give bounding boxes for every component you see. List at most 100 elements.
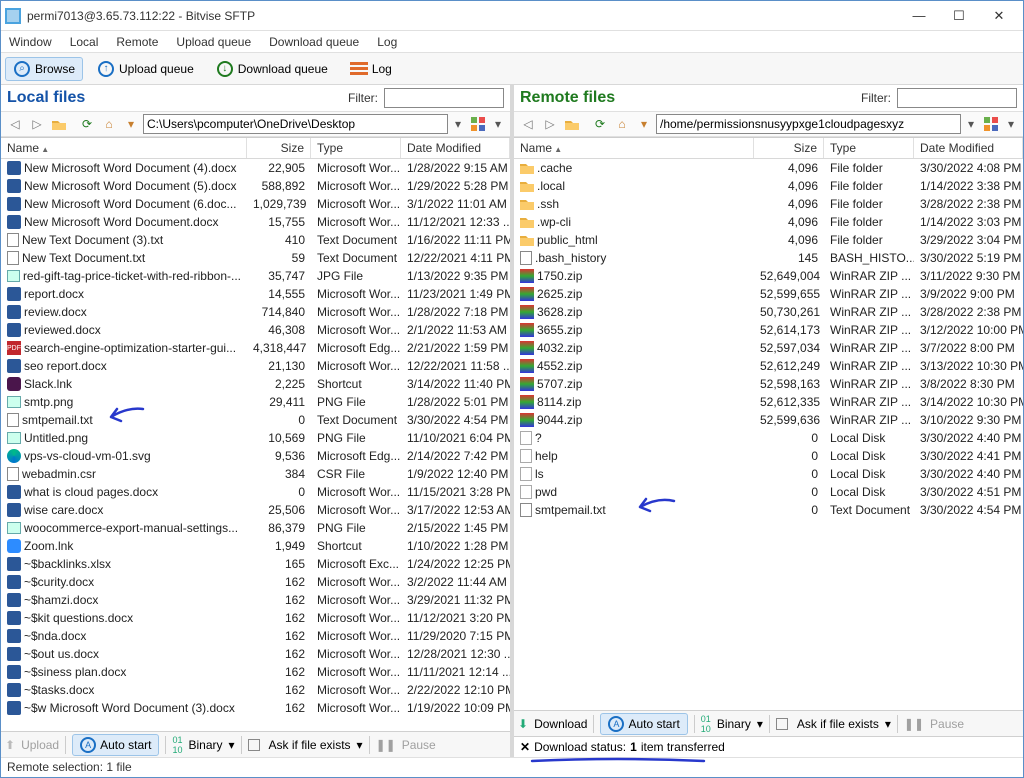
minimize-button[interactable]: — bbox=[899, 2, 939, 30]
download-queue-button[interactable]: ↓ Download queue bbox=[208, 57, 336, 81]
home-button[interactable]: ⌂ bbox=[612, 114, 632, 134]
back-button[interactable]: ◁ bbox=[518, 114, 538, 134]
table-row[interactable]: ~$w Microsoft Word Document (3).docx162M… bbox=[1, 699, 510, 717]
ask-dropdown[interactable]: ▾ bbox=[885, 717, 891, 731]
menu-window[interactable]: Window bbox=[9, 35, 52, 49]
table-row[interactable]: pwd0Local Disk3/30/2022 4:51 PM bbox=[514, 483, 1023, 501]
up-button[interactable] bbox=[562, 114, 582, 134]
menu-upload-queue[interactable]: Upload queue bbox=[176, 35, 251, 49]
path-dropdown[interactable]: ▾ bbox=[450, 117, 466, 131]
table-row[interactable]: red-gift-tag-price-ticket-with-red-ribbo… bbox=[1, 267, 510, 285]
table-row[interactable]: .ssh4,096File folder3/28/2022 2:38 PM bbox=[514, 195, 1023, 213]
ask-dropdown[interactable]: ▾ bbox=[357, 738, 363, 752]
auto-start-button[interactable]: AAuto start bbox=[72, 734, 159, 756]
table-row[interactable]: PDFsearch-engine-optimization-starter-gu… bbox=[1, 339, 510, 357]
table-row[interactable]: 4032.zip52,597,034WinRAR ZIP ...3/7/2022… bbox=[514, 339, 1023, 357]
view-dropdown[interactable]: ▾ bbox=[490, 117, 506, 131]
table-row[interactable]: 3655.zip52,614,173WinRAR ZIP ...3/12/202… bbox=[514, 321, 1023, 339]
table-row[interactable]: 4552.zip52,612,249WinRAR ZIP ...3/13/202… bbox=[514, 357, 1023, 375]
home-button[interactable]: ⌂ bbox=[99, 114, 119, 134]
table-row[interactable]: .local4,096File folder1/14/2022 3:38 PM bbox=[514, 177, 1023, 195]
binary-mode[interactable]: Binary bbox=[188, 738, 222, 752]
refresh-button[interactable]: ⟳ bbox=[77, 114, 97, 134]
table-row[interactable]: ~$kit questions.docx162Microsoft Wor...1… bbox=[1, 609, 510, 627]
table-row[interactable]: ~$tasks.docx162Microsoft Wor...2/22/2022… bbox=[1, 681, 510, 699]
table-row[interactable]: New Text Document.txt59Text Document12/2… bbox=[1, 249, 510, 267]
forward-button[interactable]: ▷ bbox=[27, 114, 47, 134]
table-row[interactable]: ~$hamzi.docx162Microsoft Wor...3/29/2021… bbox=[1, 591, 510, 609]
table-row[interactable]: review.docx714,840Microsoft Wor...1/28/2… bbox=[1, 303, 510, 321]
table-row[interactable]: .wp-cli4,096File folder1/14/2022 3:03 PM bbox=[514, 213, 1023, 231]
table-row[interactable]: reviewed.docx46,308Microsoft Wor...2/1/2… bbox=[1, 321, 510, 339]
table-row[interactable]: ~$nda.docx162Microsoft Wor...11/29/2020 … bbox=[1, 627, 510, 645]
binary-mode[interactable]: Binary bbox=[717, 717, 751, 731]
menu-download-queue[interactable]: Download queue bbox=[269, 35, 359, 49]
table-row[interactable]: smtpemail.txt0Text Document3/30/2022 4:5… bbox=[1, 411, 510, 429]
local-filter-input[interactable] bbox=[384, 88, 504, 108]
col-size[interactable]: Size bbox=[754, 138, 824, 158]
pause-button[interactable]: Pause bbox=[402, 738, 436, 752]
binary-dropdown[interactable]: ▾ bbox=[757, 717, 763, 731]
table-row[interactable]: 5707.zip52,598,163WinRAR ZIP ...3/8/2022… bbox=[514, 375, 1023, 393]
table-row[interactable]: Zoom.lnk1,949Shortcut1/10/2022 1:28 PM bbox=[1, 537, 510, 555]
up-button[interactable] bbox=[49, 114, 69, 134]
table-row[interactable]: ~$out us.docx162Microsoft Wor...12/28/20… bbox=[1, 645, 510, 663]
table-row[interactable]: what is cloud pages.docx0Microsoft Wor..… bbox=[1, 483, 510, 501]
table-row[interactable]: Slack.lnk2,225Shortcut3/14/2022 11:40 PM bbox=[1, 375, 510, 393]
table-row[interactable]: ~$curity.docx162Microsoft Wor...3/2/2022… bbox=[1, 573, 510, 591]
table-row[interactable]: Untitled.png10,569PNG File11/10/2021 6:0… bbox=[1, 429, 510, 447]
table-row[interactable]: New Microsoft Word Document (5).docx588,… bbox=[1, 177, 510, 195]
local-path[interactable]: C:\Users\pcomputer\OneDrive\Desktop bbox=[143, 114, 448, 134]
table-row[interactable]: 1750.zip52,649,004WinRAR ZIP ...3/11/202… bbox=[514, 267, 1023, 285]
table-row[interactable]: ~$siness plan.docx162Microsoft Wor...11/… bbox=[1, 663, 510, 681]
pause-button[interactable]: Pause bbox=[930, 717, 964, 731]
col-date[interactable]: Date Modified bbox=[401, 138, 510, 158]
view-dropdown[interactable]: ▾ bbox=[1003, 117, 1019, 131]
close-status-icon[interactable]: ✕ bbox=[520, 740, 530, 754]
browse-button[interactable]: ⌕ Browse bbox=[5, 57, 83, 81]
table-row[interactable]: vps-vs-cloud-vm-01.svg9,536Microsoft Edg… bbox=[1, 447, 510, 465]
table-row[interactable]: smtpemail.txt0Text Document3/30/2022 4:5… bbox=[514, 501, 1023, 519]
col-type[interactable]: Type bbox=[824, 138, 914, 158]
ask-exists[interactable]: Ask if file exists bbox=[797, 717, 879, 731]
col-size[interactable]: Size bbox=[247, 138, 311, 158]
table-row[interactable]: wise care.docx25,506Microsoft Wor...3/17… bbox=[1, 501, 510, 519]
menu-remote[interactable]: Remote bbox=[116, 35, 158, 49]
forward-button[interactable]: ▷ bbox=[540, 114, 560, 134]
table-row[interactable]: New Microsoft Word Document (4).docx22,9… bbox=[1, 159, 510, 177]
table-row[interactable]: 3628.zip50,730,261WinRAR ZIP ...3/28/202… bbox=[514, 303, 1023, 321]
table-row[interactable]: 8114.zip52,612,335WinRAR ZIP ...3/14/202… bbox=[514, 393, 1023, 411]
table-row[interactable]: seo report.docx21,130Microsoft Wor...12/… bbox=[1, 357, 510, 375]
refresh-button[interactable]: ⟳ bbox=[590, 114, 610, 134]
view-button[interactable] bbox=[981, 114, 1001, 134]
table-row[interactable]: New Text Document (3).txt410Text Documen… bbox=[1, 231, 510, 249]
table-row[interactable]: ls0Local Disk3/30/2022 4:40 PM bbox=[514, 465, 1023, 483]
table-row[interactable]: New Microsoft Word Document (6.doc...1,0… bbox=[1, 195, 510, 213]
table-row[interactable]: webadmin.csr384CSR File1/9/2022 12:40 PM bbox=[1, 465, 510, 483]
back-button[interactable]: ◁ bbox=[5, 114, 25, 134]
col-name[interactable]: Name bbox=[514, 138, 754, 158]
table-row[interactable]: ~$backlinks.xlsx165Microsoft Exc...1/24/… bbox=[1, 555, 510, 573]
bookmark-button[interactable]: ▾ bbox=[121, 114, 141, 134]
upload-queue-button[interactable]: ↑ Upload queue bbox=[89, 57, 202, 81]
col-type[interactable]: Type bbox=[311, 138, 401, 158]
table-row[interactable]: .cache4,096File folder3/30/2022 4:08 PM bbox=[514, 159, 1023, 177]
download-button[interactable]: Download bbox=[534, 717, 587, 731]
menu-log[interactable]: Log bbox=[377, 35, 397, 49]
binary-dropdown[interactable]: ▾ bbox=[228, 738, 234, 752]
auto-start-button[interactable]: AAuto start bbox=[600, 713, 687, 735]
view-button[interactable] bbox=[468, 114, 488, 134]
bookmark-button[interactable]: ▾ bbox=[634, 114, 654, 134]
table-row[interactable]: 2625.zip52,599,655WinRAR ZIP ...3/9/2022… bbox=[514, 285, 1023, 303]
table-row[interactable]: ?0Local Disk3/30/2022 4:40 PM bbox=[514, 429, 1023, 447]
table-row[interactable]: New Microsoft Word Document.docx15,755Mi… bbox=[1, 213, 510, 231]
upload-button[interactable]: Upload bbox=[21, 738, 59, 752]
col-date[interactable]: Date Modified bbox=[914, 138, 1023, 158]
table-row[interactable]: report.docx14,555Microsoft Wor...11/23/2… bbox=[1, 285, 510, 303]
table-row[interactable]: smtp.png29,411PNG File1/28/2022 5:01 PM bbox=[1, 393, 510, 411]
remote-filter-input[interactable] bbox=[897, 88, 1017, 108]
remote-path[interactable]: /home/permissionsnusyypxge1cloudpagesxyz bbox=[656, 114, 961, 134]
ask-exists[interactable]: Ask if file exists bbox=[269, 738, 351, 752]
close-button[interactable]: ✕ bbox=[979, 2, 1019, 30]
table-row[interactable]: .bash_history145BASH_HISTO...3/30/2022 5… bbox=[514, 249, 1023, 267]
